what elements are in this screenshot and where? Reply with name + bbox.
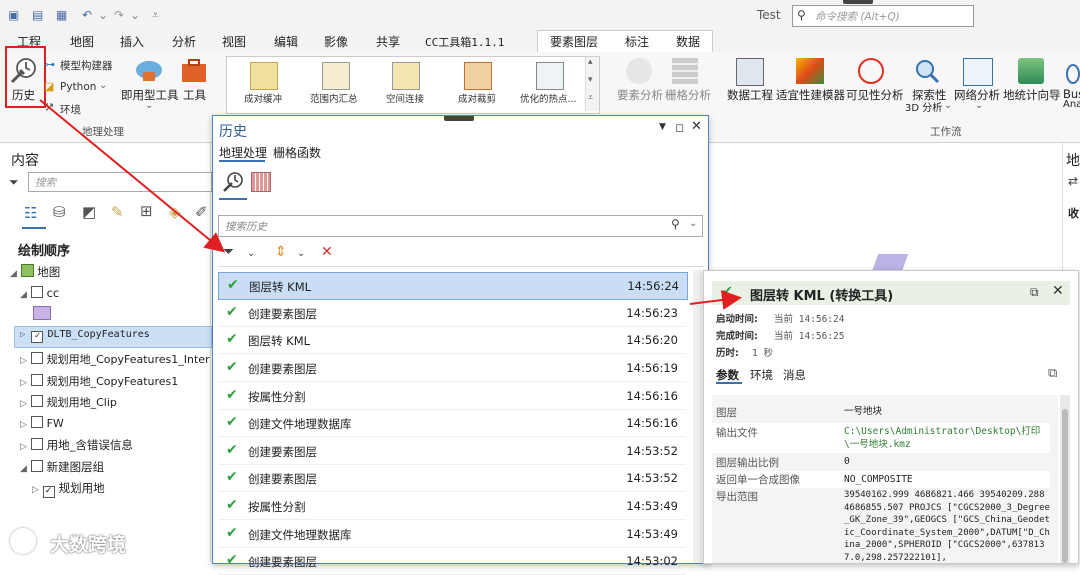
annotation-arrows (39, 99, 742, 310)
arrow-row-to-detail (689, 290, 742, 310)
arrow-history-to-pane (39, 99, 226, 253)
